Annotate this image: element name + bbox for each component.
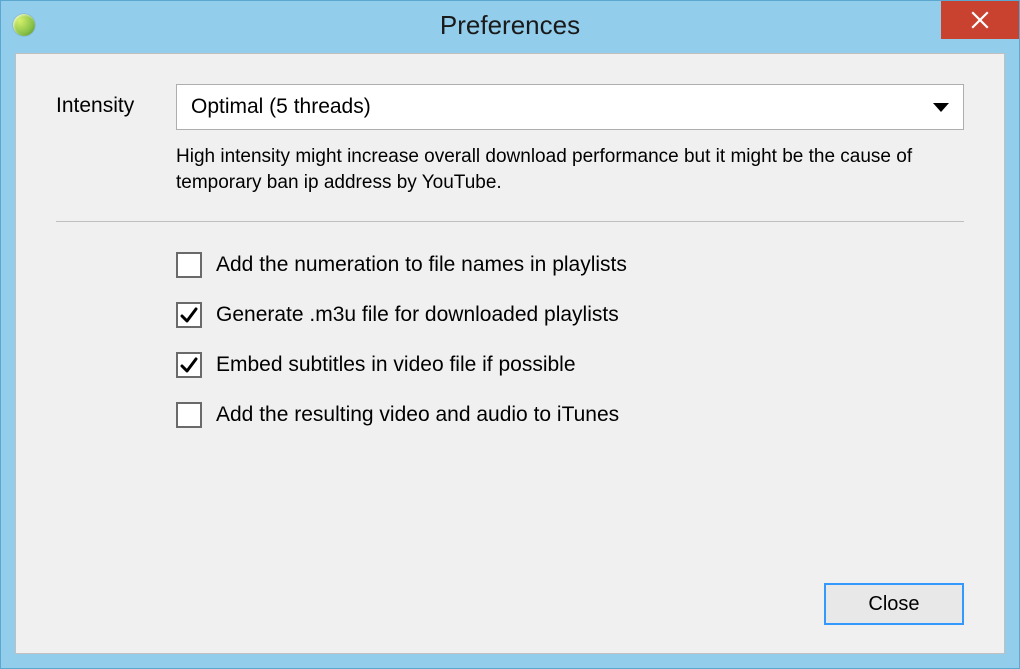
titlebar: Preferences (1, 1, 1019, 49)
intensity-field-col: Optimal (5 threads) High intensity might… (176, 84, 964, 195)
option-label: Add the resulting video and audio to iTu… (216, 403, 619, 427)
checkmark-icon (180, 356, 198, 374)
close-button[interactable]: Close (824, 583, 964, 625)
checkmark-icon (180, 306, 198, 324)
intensity-label: Intensity (56, 84, 176, 118)
intensity-row: Intensity Optimal (5 threads) High inten… (56, 84, 964, 195)
app-icon (13, 14, 35, 36)
separator (56, 221, 964, 222)
option-generate-m3u[interactable]: Generate .m3u file for downloaded playli… (176, 302, 964, 328)
checkbox-generate-m3u[interactable] (176, 302, 202, 328)
intensity-hint: High intensity might increase overall do… (176, 144, 956, 195)
titlebar-close-button[interactable] (941, 1, 1019, 39)
options-list: Add the numeration to file names in play… (176, 252, 964, 428)
option-embed-subtitles[interactable]: Embed subtitles in video file if possibl… (176, 352, 964, 378)
client-area: Intensity Optimal (5 threads) High inten… (15, 53, 1005, 654)
checkbox-embed-subtitles[interactable] (176, 352, 202, 378)
option-add-numeration[interactable]: Add the numeration to file names in play… (176, 252, 964, 278)
option-label: Add the numeration to file names in play… (216, 253, 627, 277)
intensity-selected-value: Optimal (5 threads) (191, 95, 371, 119)
window-title: Preferences (1, 10, 1019, 41)
chevron-down-icon (933, 103, 949, 112)
option-label: Embed subtitles in video file if possibl… (216, 353, 576, 377)
preferences-window: Preferences Intensity Optimal (5 threads… (0, 0, 1020, 669)
intensity-dropdown[interactable]: Optimal (5 threads) (176, 84, 964, 130)
checkbox-add-to-itunes[interactable] (176, 402, 202, 428)
option-label: Generate .m3u file for downloaded playli… (216, 303, 619, 327)
close-icon (971, 11, 989, 29)
checkbox-add-numeration[interactable] (176, 252, 202, 278)
footer: Close (824, 583, 964, 625)
close-button-label: Close (868, 593, 919, 616)
option-add-to-itunes[interactable]: Add the resulting video and audio to iTu… (176, 402, 964, 428)
